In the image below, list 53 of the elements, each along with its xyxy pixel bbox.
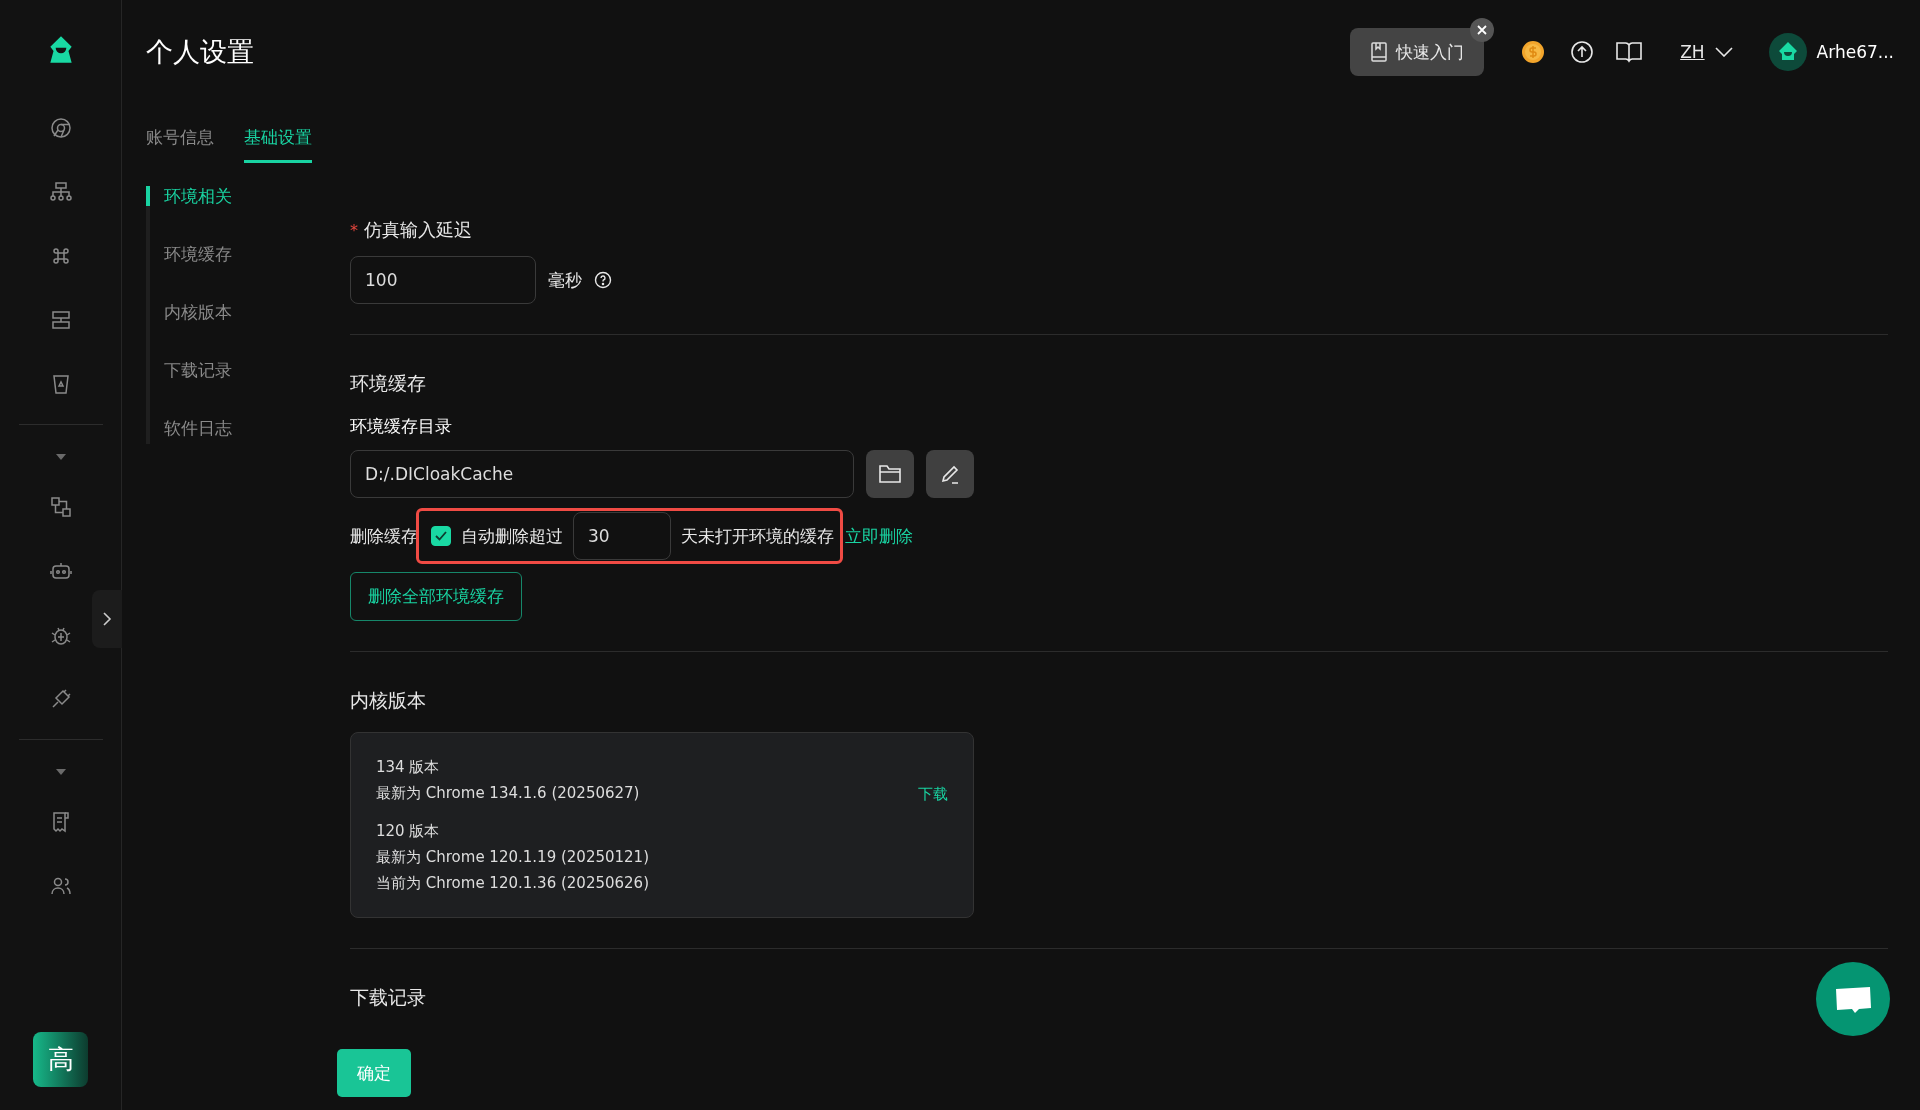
sitemap-icon[interactable]	[48, 180, 73, 204]
browser-icon[interactable]	[48, 116, 73, 140]
chevron-right-icon	[102, 611, 112, 627]
page-title: 个人设置	[146, 35, 254, 69]
quick-start-button[interactable]: 快速入门	[1350, 28, 1485, 76]
checkbox-label: 自动删除超过	[461, 524, 563, 548]
tab[interactable]: 基础设置	[244, 116, 312, 163]
tab[interactable]: 账号信息	[146, 116, 214, 163]
download-link[interactable]: 下载	[918, 784, 948, 804]
check-icon	[435, 531, 447, 541]
section-title: 内核版本	[350, 688, 426, 713]
field-label: 环境缓存目录	[350, 415, 453, 438]
days-input[interactable]: 30	[573, 512, 671, 560]
checkbox-label: 天未打开环境的缓存	[681, 524, 834, 548]
pencil-icon	[939, 463, 961, 485]
open-book-icon[interactable]	[1616, 41, 1643, 63]
chevron-down-icon	[1714, 47, 1733, 57]
unit-label: 毫秒	[548, 268, 582, 292]
version-detail: 最新为 Chrome 120.1.19 (20250121)	[376, 847, 649, 868]
avatar-badge[interactable]: 高	[33, 1032, 88, 1087]
delete-now-link[interactable]: 立即删除	[845, 524, 913, 548]
user-name[interactable]: Arhe67...	[1816, 42, 1894, 62]
version-detail: 当前为 Chrome 120.1.36 (20250626)	[376, 873, 649, 894]
section-title: 环境缓存	[350, 371, 426, 396]
edit-button[interactable]	[926, 450, 974, 498]
folder-icon	[878, 464, 902, 484]
chat-icon	[1834, 984, 1872, 1014]
close-icon[interactable]	[1470, 18, 1495, 42]
language-selector[interactable]: ZH	[1680, 42, 1733, 62]
caret-icon[interactable]	[54, 768, 67, 776]
delete-all-button[interactable]: 删除全部环境缓存	[350, 572, 522, 621]
section-nav-item[interactable]: 下载记录	[146, 360, 350, 380]
book-icon	[1370, 42, 1389, 62]
upload-icon[interactable]	[1570, 40, 1595, 64]
version-detail: 最新为 Chrome 134.1.6 (20250627)	[376, 783, 640, 804]
section-nav-item[interactable]: 环境相关	[146, 186, 350, 206]
checkbox[interactable]	[431, 526, 451, 546]
user-avatar-icon[interactable]	[1768, 33, 1807, 71]
help-icon[interactable]	[594, 271, 612, 289]
flow-icon[interactable]	[48, 495, 73, 519]
folder-button[interactable]	[866, 450, 914, 498]
caret-icon[interactable]	[54, 453, 67, 461]
section-nav-item[interactable]: 软件日志	[146, 418, 350, 438]
field-label: 删除缓存	[350, 524, 418, 548]
section-nav-item[interactable]: 环境缓存	[146, 244, 350, 264]
directory-input[interactable]: D:/.DICloakCache	[350, 450, 854, 498]
delay-input[interactable]: 100	[350, 256, 536, 304]
version-name: 120 版本	[376, 821, 441, 842]
section-nav-item[interactable]: 内核版本	[146, 302, 350, 322]
required-mark: *	[350, 221, 358, 240]
field-label: 仿真输入延迟	[364, 218, 472, 242]
version-name: 134 版本	[376, 757, 441, 778]
section-title: 下载记录	[350, 985, 426, 1010]
